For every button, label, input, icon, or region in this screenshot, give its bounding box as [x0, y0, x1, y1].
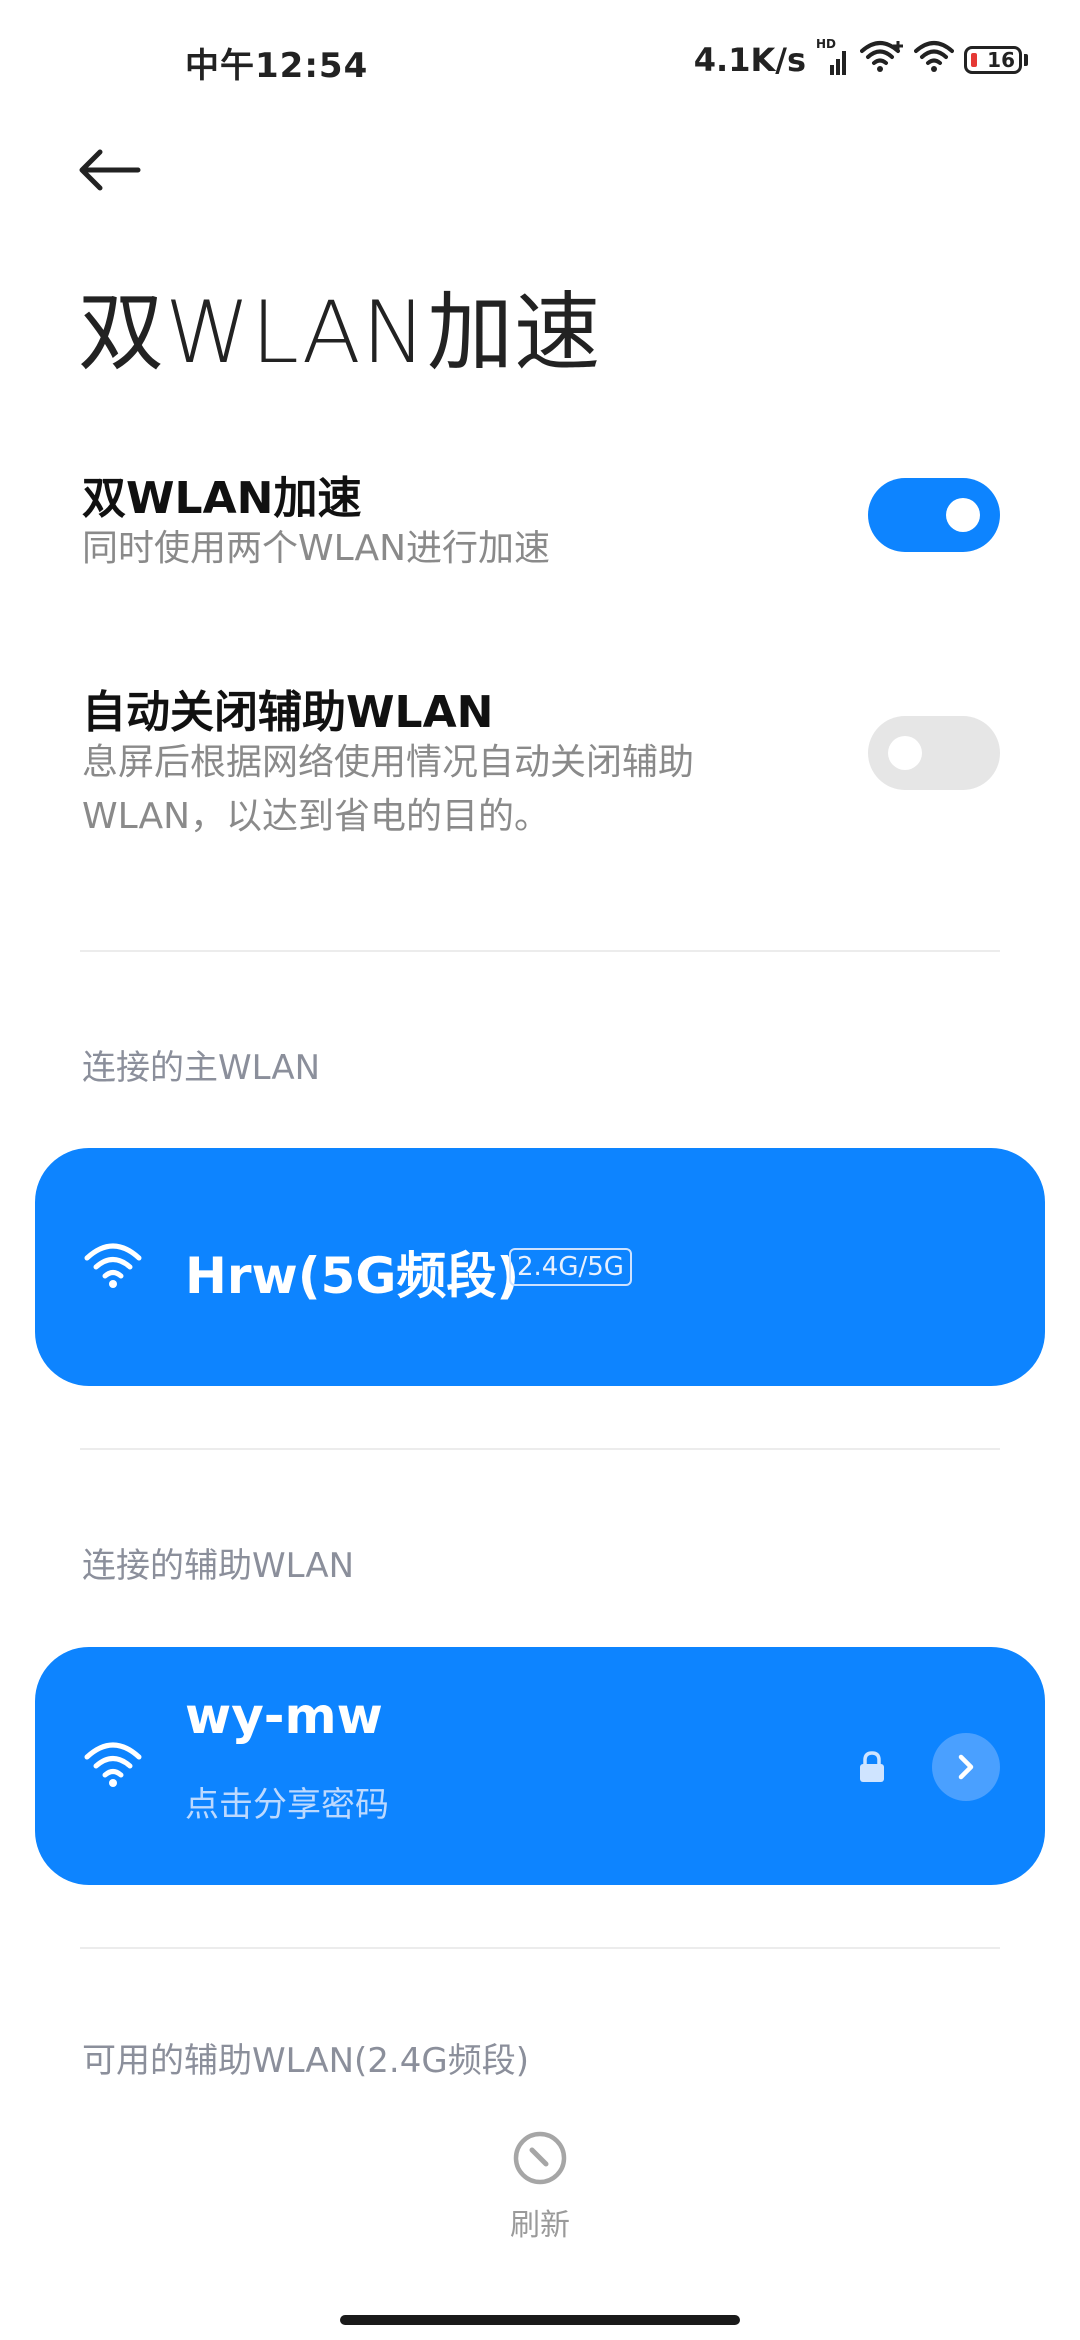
band-badge: 2.4G/5G — [509, 1248, 632, 1286]
wifi-plus-icon — [860, 39, 904, 81]
battery-icon: 16 — [964, 46, 1028, 74]
dual-wlan-subtitle: 同时使用两个WLAN进行加速 — [82, 528, 551, 569]
network-details-button[interactable] — [932, 1733, 1000, 1801]
secondary-network-name: wy-mw — [185, 1687, 383, 1745]
divider — [80, 950, 1000, 952]
home-indicator[interactable] — [340, 2315, 740, 2325]
network-speed: 4.1K/s — [693, 41, 806, 79]
dual-wlan-row[interactable]: 双WLAN加速 同时使用两个WLAN进行加速 — [0, 440, 1080, 590]
primary-network-card[interactable]: Hrw(5G频段) 2.4G/5G — [35, 1148, 1045, 1386]
page-title: 双WLAN加速 — [78, 283, 602, 383]
primary-network-name: Hrw(5G频段) — [185, 1247, 520, 1305]
secondary-wlan-label: 连接的辅助WLAN — [82, 1546, 355, 1586]
cellular-signal-icon: HD — [816, 37, 850, 77]
dual-wlan-title: 双WLAN加速 — [82, 473, 362, 524]
back-button[interactable] — [76, 140, 156, 200]
auto-close-title: 自动关闭辅助WLAN — [82, 687, 494, 738]
status-icons: 4.1K/s HD 16 — [693, 37, 1028, 82]
secondary-network-card[interactable]: wy-mw 点击分享密码 — [35, 1647, 1045, 1885]
dual-wlan-toggle[interactable] — [868, 478, 1000, 552]
auto-close-row[interactable]: 自动关闭辅助WLAN 息屏后根据网络使用情况自动关闭辅助WLAN，以达到省电的目… — [0, 660, 1080, 860]
toggle-knob — [946, 498, 980, 532]
auto-close-toggle[interactable] — [868, 716, 1000, 790]
status-time: 中午12:54 — [185, 46, 369, 86]
divider — [80, 1947, 1000, 1949]
refresh-label: 刷新 — [510, 2208, 570, 2243]
wifi-icon — [84, 1243, 142, 1288]
primary-wlan-label: 连接的主WLAN — [82, 1048, 321, 1088]
lock-icon — [860, 1751, 884, 1782]
refresh-button[interactable]: 刷新 — [490, 2130, 590, 2260]
toggle-knob — [888, 736, 922, 770]
wifi-icon — [84, 1742, 142, 1787]
battery-level: 16 — [987, 48, 1015, 72]
auto-close-subtitle: 息屏后根据网络使用情况自动关闭辅助WLAN，以达到省电的目的。 — [82, 742, 695, 837]
chevron-right-icon — [958, 1754, 974, 1780]
back-arrow-icon — [79, 149, 141, 191]
available-wlan-label: 可用的辅助WLAN(2.4G频段) — [82, 2041, 529, 2081]
refresh-icon — [513, 2131, 567, 2185]
divider — [80, 1448, 1000, 1450]
share-password-text: 点击分享密码 — [185, 1785, 389, 1825]
wifi-icon — [914, 39, 954, 81]
